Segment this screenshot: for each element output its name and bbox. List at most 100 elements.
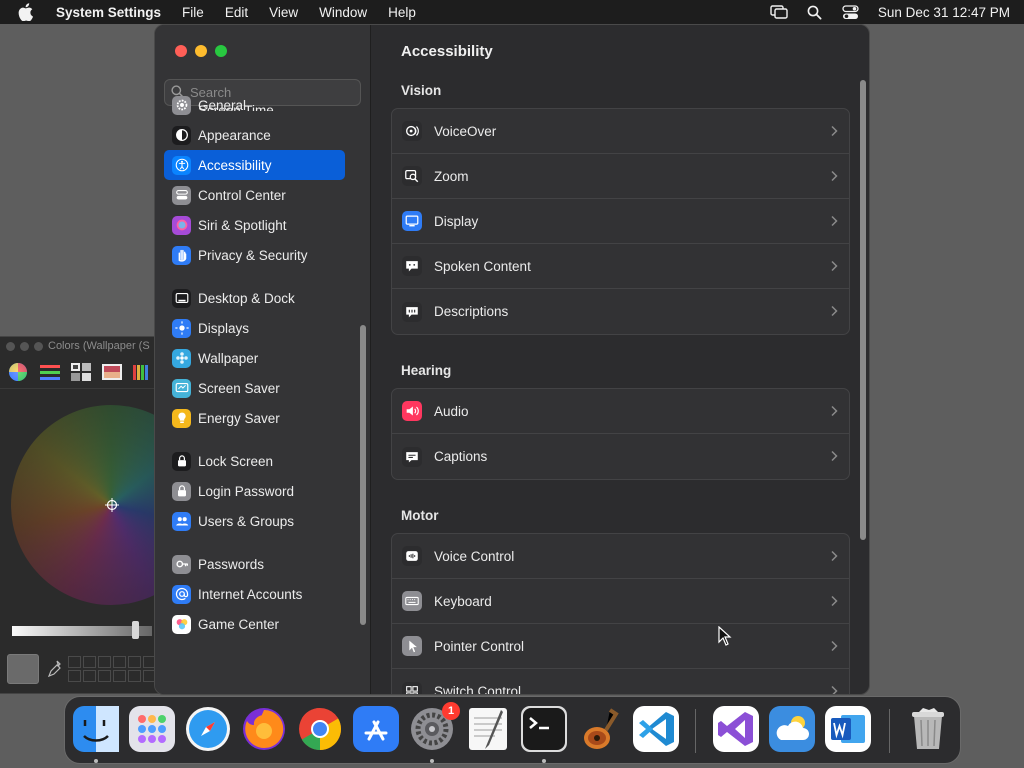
image-palettes-mode-icon[interactable] <box>101 362 123 382</box>
dock-app-store-icon[interactable] <box>353 706 399 752</box>
dock-safari-icon[interactable] <box>185 706 231 752</box>
minimize-window-button[interactable] <box>195 45 207 57</box>
sidebar-item-displays[interactable]: Displays <box>164 313 345 343</box>
sidebar-item-accessibility[interactable]: Accessibility <box>164 150 345 180</box>
sidebar-item-game-center[interactable]: Game Center <box>164 609 345 639</box>
settings-row-zoom[interactable]: Zoom <box>392 154 849 199</box>
colors-panel-window: Colors (Wallpaper (S <box>0 336 211 694</box>
color-wheel-mode-icon[interactable] <box>8 362 30 382</box>
dock-trash-icon[interactable] <box>905 706 951 752</box>
dock-weather-icon[interactable] <box>769 706 815 752</box>
sidebar-item-lock-screen[interactable]: Lock Screen <box>164 446 345 476</box>
section-title-hearing: Hearing <box>401 363 452 378</box>
sidebar-item-internet-accounts[interactable]: Internet Accounts <box>164 579 345 609</box>
brightness-slider[interactable] <box>12 626 152 636</box>
empty-swatch[interactable] <box>128 670 141 682</box>
chevron-right-icon <box>830 595 838 607</box>
empty-swatch[interactable] <box>83 670 96 682</box>
empty-swatch[interactable] <box>113 656 126 668</box>
sidebar-scrollbar[interactable] <box>360 325 366 625</box>
view-menu[interactable]: View <box>269 5 298 20</box>
empty-swatch[interactable] <box>83 656 96 668</box>
menu-bar-clock[interactable]: Sun Dec 31 12:47 PM <box>878 5 1010 20</box>
dock-terminal-icon[interactable] <box>521 706 567 752</box>
settings-row-voiceover[interactable]: VoiceOver <box>392 109 849 154</box>
sidebar-item-appearance[interactable]: Appearance <box>164 120 345 150</box>
chevron-right-icon <box>830 405 838 417</box>
color-palettes-mode-icon[interactable] <box>70 362 92 382</box>
bulb-icon <box>172 408 191 428</box>
settings-row-display[interactable]: Display <box>392 199 849 244</box>
close-window-button[interactable] <box>175 45 187 57</box>
settings-row-label: Pointer Control <box>434 638 525 654</box>
crosshair-icon[interactable] <box>105 498 119 512</box>
zoom-window-button[interactable] <box>215 45 227 57</box>
file-menu[interactable]: File <box>182 5 204 20</box>
sidebar-item-general[interactable]: General <box>164 90 345 120</box>
help-menu[interactable]: Help <box>388 5 416 20</box>
hand-icon <box>172 245 191 265</box>
sidebar-item-energy-saver[interactable]: Energy Saver <box>164 403 345 433</box>
colors-panel-titlebar: Colors (Wallpaper (S <box>0 337 159 355</box>
control-center-icon[interactable] <box>842 4 860 20</box>
settings-row-pointer-control[interactable]: Pointer Control <box>392 624 849 669</box>
sidebar-item-login-password[interactable]: Login Password <box>164 476 345 506</box>
dock-vscode-icon[interactable] <box>633 706 679 752</box>
color-swatch-grid <box>68 656 156 682</box>
sidebar-item-screen-saver[interactable]: Screen Saver <box>164 373 345 403</box>
color-sliders-mode-icon[interactable] <box>39 362 61 382</box>
dock-visual-studio-icon[interactable] <box>713 706 759 752</box>
sidebar-item-label: Passwords <box>198 556 265 572</box>
window-zoom-dot-icon[interactable] <box>34 341 43 351</box>
settings-row-label: Captions <box>434 449 488 464</box>
sidebar-item-control-center[interactable]: Control Center <box>164 180 345 210</box>
settings-row-keyboard[interactable]: Keyboard <box>392 579 849 624</box>
brightness-slider-knob[interactable] <box>132 621 139 639</box>
app-name-menu[interactable]: System Settings <box>56 5 161 20</box>
dock-finder-icon[interactable] <box>73 706 119 752</box>
settings-row-audio[interactable]: Audio <box>392 389 849 434</box>
empty-swatch[interactable] <box>98 670 111 682</box>
dock-firefox-icon[interactable] <box>241 706 287 752</box>
edit-menu[interactable]: Edit <box>225 5 248 20</box>
spotlight-search-icon[interactable] <box>806 4 824 20</box>
sidebar-item-label: Game Center <box>198 616 280 632</box>
settings-row-switch-control[interactable]: Switch Control <box>392 669 849 695</box>
empty-swatch[interactable] <box>128 656 141 668</box>
lock-icon <box>172 451 191 471</box>
settings-row-spoken-content[interactable]: Spoken Content <box>392 244 849 289</box>
current-color-swatch[interactable] <box>7 654 39 684</box>
dock-word-icon[interactable] <box>825 706 871 752</box>
dock-garageband-icon[interactable] <box>577 706 623 752</box>
settings-row-label: Switch Control <box>434 684 522 695</box>
dock-chrome-icon[interactable] <box>297 706 343 752</box>
sidebar-item-privacy-security[interactable]: Privacy & Security <box>164 240 345 270</box>
window-close-dot-icon[interactable] <box>6 341 15 351</box>
dock-launchpad-icon[interactable] <box>129 706 175 752</box>
settings-row-captions[interactable]: Captions <box>392 434 849 479</box>
eyedropper-icon[interactable] <box>47 660 61 678</box>
settings-row-descriptions[interactable]: Descriptions <box>392 289 849 334</box>
chevron-right-icon <box>830 450 838 462</box>
sidebar-item-wallpaper[interactable]: Wallpaper <box>164 343 345 373</box>
screen-mirroring-icon[interactable] <box>770 4 788 20</box>
window-menu[interactable]: Window <box>319 5 367 20</box>
settings-group-vision: VoiceOver Zoom Display Spoken Content Descri… <box>391 108 850 335</box>
apple-menu-icon[interactable] <box>18 3 36 21</box>
sidebar-item-desktop-dock[interactable]: Desktop & Dock <box>164 283 345 313</box>
sidebar-item-siri-spotlight[interactable]: Siri & Spotlight <box>164 210 345 240</box>
empty-swatch[interactable] <box>68 656 81 668</box>
sidebar-item-label: Privacy & Security <box>198 247 308 263</box>
sidebar-item-passwords[interactable]: Passwords <box>164 549 345 579</box>
empty-swatch[interactable] <box>68 670 81 682</box>
empty-swatch[interactable] <box>113 670 126 682</box>
pencils-mode-icon[interactable] <box>132 362 154 382</box>
captions-icon <box>402 446 422 467</box>
content-scrollbar[interactable] <box>860 80 866 540</box>
window-minimize-dot-icon[interactable] <box>20 341 29 351</box>
empty-swatch[interactable] <box>98 656 111 668</box>
sidebar-item-users-groups[interactable]: Users & Groups <box>164 506 345 536</box>
settings-sidebar: Screen Time GeneralAppearanceAccessibili… <box>155 25 371 694</box>
dock-textedit-icon[interactable] <box>465 706 511 752</box>
settings-row-voice-control[interactable]: Voice Control <box>392 534 849 579</box>
